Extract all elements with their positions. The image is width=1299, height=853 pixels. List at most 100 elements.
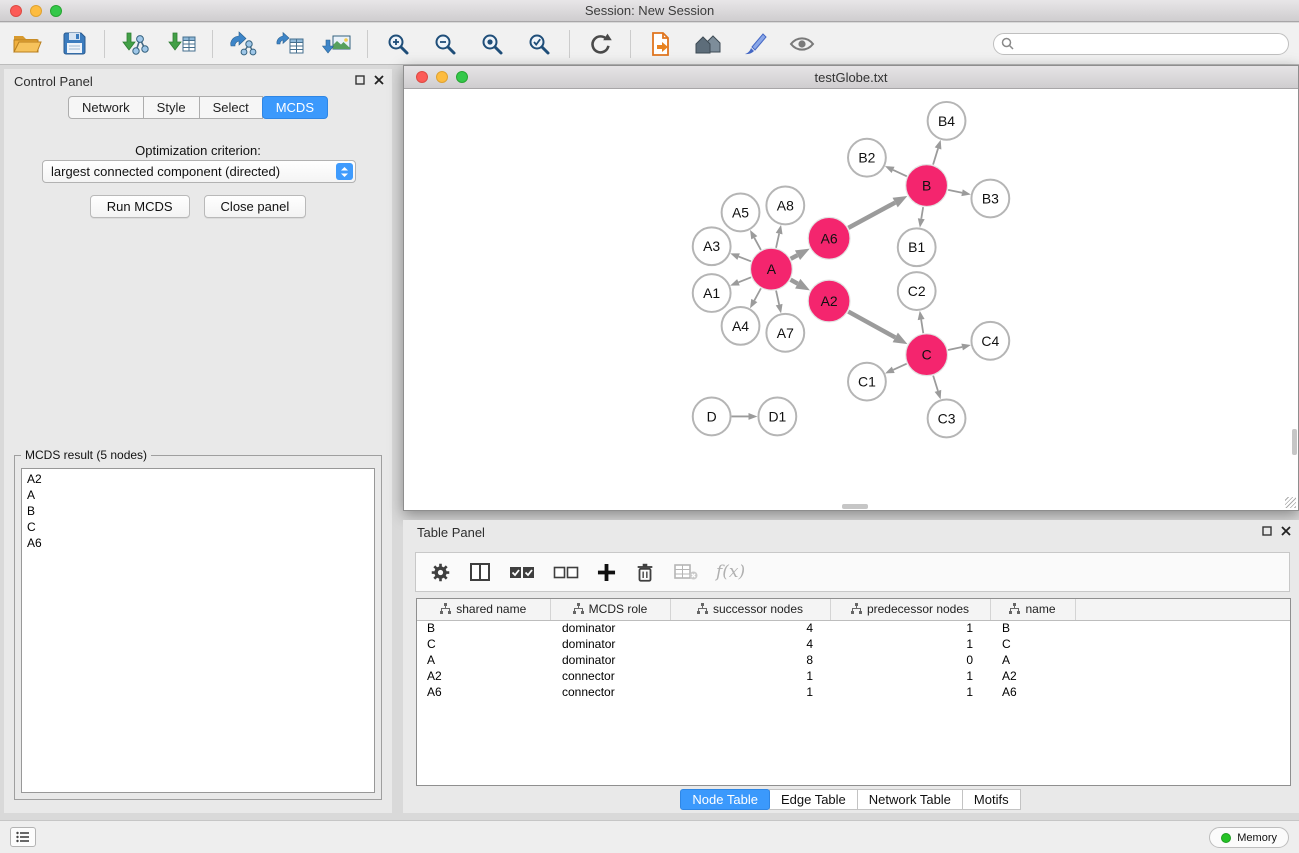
column-header-name[interactable]: name (990, 599, 1075, 620)
table-cell[interactable]: dominator (550, 652, 670, 668)
mcds-result-item[interactable]: C (27, 519, 369, 535)
table-cell[interactable]: dominator (550, 636, 670, 652)
table-cell[interactable]: A (990, 652, 1075, 668)
criterion-select[interactable]: largest connected component (directed) (42, 160, 356, 183)
open-session-icon[interactable] (10, 28, 44, 60)
show-hide-eye-icon[interactable] (785, 28, 819, 60)
float-panel-icon[interactable] (355, 75, 365, 85)
table-row[interactable]: Adominator80A (417, 652, 1290, 668)
graph-edge-A-A3[interactable] (739, 257, 751, 262)
table-cell[interactable]: C (990, 636, 1075, 652)
zoom-in-icon[interactable] (381, 28, 415, 60)
graph-edge-A-A6[interactable] (791, 255, 798, 259)
deselect-all-rows-icon[interactable] (553, 563, 579, 582)
export-table-icon[interactable] (273, 28, 307, 60)
mcds-result-item[interactable]: B (27, 503, 369, 519)
table-cell[interactable]: A6 (990, 684, 1075, 700)
close-table-panel-icon[interactable] (1281, 526, 1291, 536)
export-network-icon[interactable] (226, 28, 260, 60)
graph-edge-A-A4[interactable] (754, 288, 761, 300)
graph-edge-B-B4[interactable] (933, 148, 938, 164)
horizontal-scrollbar-thumb[interactable] (842, 504, 868, 509)
mcds-result-list[interactable]: A2ABCA6 (21, 468, 375, 793)
table-cell[interactable]: 1 (670, 684, 830, 700)
memory-button[interactable]: Memory (1209, 827, 1289, 848)
show-columns-icon[interactable] (469, 562, 491, 582)
style-brush-icon[interactable] (738, 28, 772, 60)
network-graph[interactable]: B4B2BB3A5A8A6B1A3AC2A1A2A4A7C4CC1DD1C3 (404, 89, 1298, 510)
graph-edge-A-A1[interactable] (738, 277, 751, 282)
graph-edge-A2-C[interactable] (848, 312, 895, 338)
table-cell[interactable]: 8 (670, 652, 830, 668)
close-panel-icon[interactable] (374, 75, 384, 85)
graph-edge-C-C2[interactable] (921, 320, 923, 334)
tab-select[interactable]: Select (199, 96, 263, 119)
table-cell[interactable]: 4 (670, 620, 830, 636)
mcds-result-item[interactable]: A2 (27, 471, 369, 487)
table-cell[interactable]: connector (550, 684, 670, 700)
export-image-icon[interactable] (320, 28, 354, 60)
export-document-icon[interactable] (644, 28, 678, 60)
run-mcds-button[interactable]: Run MCDS (90, 195, 190, 218)
import-network-icon[interactable] (118, 28, 152, 60)
column-header-MCDS-role[interactable]: MCDS role (550, 599, 670, 620)
table-cell[interactable]: A6 (417, 684, 550, 700)
table-cell[interactable]: B (417, 620, 550, 636)
close-panel-button[interactable]: Close panel (204, 195, 307, 218)
table-cell[interactable]: 1 (830, 636, 990, 652)
network-canvas[interactable]: B4B2BB3A5A8A6B1A3AC2A1A2A4A7C4CC1DD1C3 (404, 89, 1298, 510)
table-cell[interactable]: 4 (670, 636, 830, 652)
table-settings-gear-icon[interactable] (430, 562, 451, 583)
resize-grip[interactable] (1285, 497, 1296, 508)
apply-layout-refresh-icon[interactable] (583, 28, 617, 60)
table-cell[interactable]: A2 (990, 668, 1075, 684)
column-header-successor-nodes[interactable]: successor nodes (670, 599, 830, 620)
search-input[interactable] (993, 33, 1289, 55)
graph-edge-A6-B[interactable] (848, 203, 895, 228)
table-cell[interactable]: 1 (670, 668, 830, 684)
graph-edge-B-B1[interactable] (921, 207, 923, 219)
table-cell[interactable]: C (417, 636, 550, 652)
tab-edge-table[interactable]: Edge Table (769, 789, 858, 810)
vertical-scrollbar-thumb[interactable] (1292, 429, 1297, 455)
column-header-shared-name[interactable]: shared name (417, 599, 550, 620)
zoom-fit-icon[interactable] (475, 28, 509, 60)
table-cell[interactable]: A (417, 652, 550, 668)
table-cell[interactable]: dominator (550, 620, 670, 636)
graph-edge-C-C4[interactable] (948, 347, 962, 350)
select-all-rows-icon[interactable] (509, 563, 535, 582)
table-row[interactable]: Bdominator41B (417, 620, 1290, 636)
delete-column-trash-icon[interactable] (634, 561, 656, 584)
graph-edge-B-B2[interactable] (893, 170, 907, 176)
network-window-titlebar[interactable]: testGlobe.txt (404, 66, 1298, 89)
tab-network[interactable]: Network (68, 96, 144, 119)
import-table-icon[interactable] (165, 28, 199, 60)
zoom-out-icon[interactable] (428, 28, 462, 60)
mcds-result-item[interactable]: A (27, 487, 369, 503)
table-cell[interactable]: 1 (830, 668, 990, 684)
table-cell[interactable]: connector (550, 668, 670, 684)
save-session-icon[interactable] (57, 28, 91, 60)
graph-edge-A-A7[interactable] (776, 291, 779, 305)
add-column-icon[interactable] (597, 563, 616, 582)
table-cell[interactable]: 1 (830, 684, 990, 700)
column-header-predecessor-nodes[interactable]: predecessor nodes (830, 599, 990, 620)
zoom-selected-icon[interactable] (522, 28, 556, 60)
graph-edge-A-A8[interactable] (776, 234, 779, 248)
graph-edge-B-B3[interactable] (948, 190, 962, 193)
tab-motifs[interactable]: Motifs (962, 789, 1021, 810)
graph-edge-C-C1[interactable] (893, 364, 906, 370)
float-table-panel-icon[interactable] (1262, 526, 1272, 536)
graph-edge-A-A5[interactable] (754, 238, 761, 250)
table-cell[interactable]: A2 (417, 668, 550, 684)
table-cell[interactable]: B (990, 620, 1075, 636)
mcds-result-item[interactable]: A6 (27, 535, 369, 551)
table-row[interactable]: A6connector11A6 (417, 684, 1290, 700)
tab-style[interactable]: Style (143, 96, 200, 119)
table-row[interactable]: A2connector11A2 (417, 668, 1290, 684)
graph-edge-C-C3[interactable] (933, 376, 938, 391)
task-history-list-icon[interactable] (10, 827, 36, 847)
tab-network-table[interactable]: Network Table (857, 789, 963, 810)
tab-mcds[interactable]: MCDS (262, 96, 328, 119)
home-icon[interactable] (691, 28, 725, 60)
